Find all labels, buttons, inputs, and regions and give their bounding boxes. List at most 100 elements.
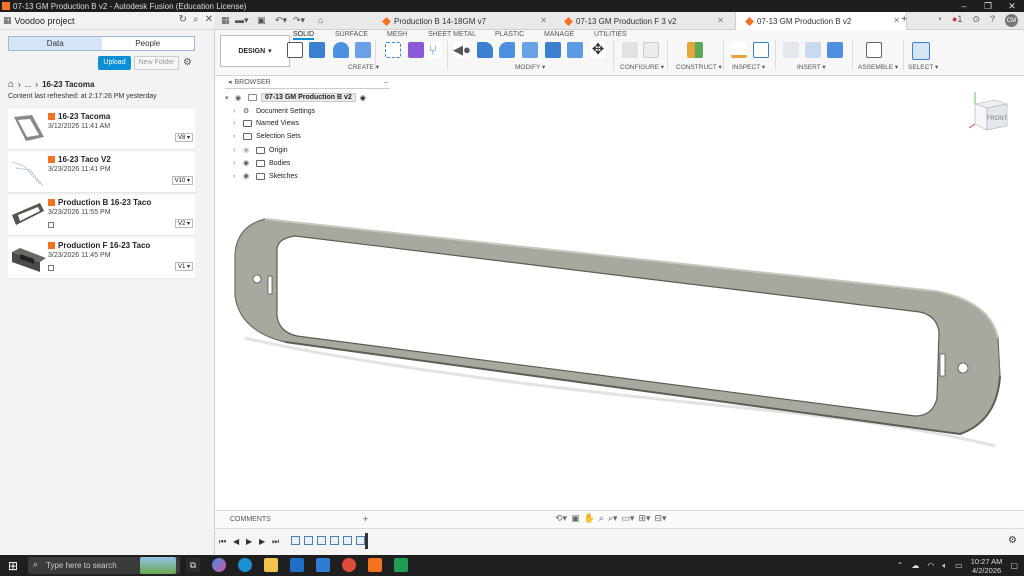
mail-icon[interactable] (290, 558, 304, 572)
list-item[interactable]: 16-23 Taco V2 3/23/2026 11:41 PM V10 ▾ (8, 152, 195, 193)
measure-icon[interactable] (731, 42, 747, 58)
tab-plastic[interactable]: PLASTIC (495, 31, 524, 38)
combine-icon[interactable] (545, 42, 561, 58)
extrude-icon[interactable] (309, 42, 325, 58)
windows-start-icon[interactable]: ⊞ (8, 559, 18, 573)
shell-icon[interactable] (522, 42, 538, 58)
volume-icon[interactable]: 🔈︎ (942, 561, 947, 571)
select-icon[interactable] (912, 42, 930, 60)
upload-button[interactable]: Upload (98, 56, 131, 70)
copilot-icon[interactable] (212, 558, 226, 572)
mesh-select-icon[interactable] (385, 42, 401, 58)
file-menu-icon[interactable]: ▬▾ (235, 15, 249, 26)
close-window-icon[interactable]: ✕ (1000, 0, 1024, 12)
timeline-feature[interactable] (304, 536, 313, 545)
tab-utilities[interactable]: UTILITIES (594, 31, 627, 38)
tab-solid[interactable]: SOLID (293, 31, 315, 40)
y-split-icon[interactable]: ⑂ (425, 42, 441, 58)
configure-icon[interactable] (622, 42, 638, 58)
task-view-icon[interactable]: ⧉ (186, 558, 200, 572)
notifications-icon[interactable]: ●1 (952, 14, 962, 27)
battery-icon[interactable]: ▭ (955, 561, 963, 570)
chevron-up-icon[interactable]: ⌃ (897, 561, 904, 570)
team-hub-icon[interactable]: ▦ (3, 15, 12, 26)
step-forward-icon[interactable]: ▶ (259, 537, 265, 546)
version-badge[interactable]: V2 ▾ (174, 219, 193, 228)
model-body[interactable] (215, 76, 1024, 510)
orbit-icon[interactable]: ⟲▾ (555, 513, 567, 524)
new-tab-icon[interactable]: + (901, 13, 907, 25)
timeline-feature[interactable] (356, 536, 365, 545)
add-comment-icon[interactable]: + (363, 514, 368, 524)
tab-sheet-metal[interactable]: SHEET METAL (428, 31, 476, 38)
tab-people[interactable]: People (102, 37, 195, 50)
play-icon[interactable]: ▶ (246, 537, 252, 546)
offset-face-icon[interactable] (567, 42, 583, 58)
insert-mesh-icon[interactable] (805, 42, 821, 58)
grid-icon[interactable]: ⊞▾ (638, 513, 650, 524)
tab-production-b-14-18[interactable]: Production B 14-18GM v7 ✕ (373, 12, 553, 30)
home-icon[interactable]: ⌂ (8, 79, 14, 90)
close-panel-icon[interactable]: ✕ (205, 14, 213, 25)
breadcrumb-ellipsis[interactable]: ... (25, 80, 32, 89)
box-icon[interactable] (355, 42, 371, 58)
pan-icon[interactable]: ✋ (584, 513, 595, 524)
gear-icon[interactable]: ⚙ (1008, 535, 1017, 546)
modify-group-label[interactable]: MODIFY ▾ (515, 63, 545, 71)
fillet-icon[interactable] (477, 42, 493, 58)
display-settings-icon[interactable]: ▭▾ (621, 513, 634, 524)
timeline-feature[interactable] (317, 536, 326, 545)
notification-center-icon[interactable]: ▢ (1010, 561, 1018, 570)
avatar[interactable]: CM (1005, 14, 1018, 27)
move-icon[interactable]: ✥ (590, 42, 606, 58)
tab-manage[interactable]: MANAGE (544, 31, 574, 38)
close-tab-icon[interactable]: ✕ (540, 16, 547, 25)
cloud-icon[interactable]: ☁ (911, 561, 919, 570)
new-folder-button[interactable]: New Folder (134, 56, 179, 70)
restore-icon[interactable]: ❐ (976, 0, 1000, 12)
go-to-end-icon[interactable]: ⏭ (272, 537, 279, 547)
list-item[interactable]: Production B 16-23 Taco 3/23/2026 11:55 … (8, 195, 195, 236)
version-badge[interactable]: V1 ▾ (174, 262, 193, 271)
construct-group-label[interactable]: CONSTRUCT ▾ (676, 63, 722, 71)
taskbar-clock[interactable]: 10:27 AM 4/2/2026 (971, 557, 1003, 575)
timeline-feature[interactable] (330, 536, 339, 545)
step-back-icon[interactable]: ◀ (233, 537, 239, 546)
zoom-icon[interactable]: ⌕ (599, 513, 604, 524)
file-explorer-icon[interactable] (264, 558, 278, 572)
workspace-switcher[interactable]: DESIGN ▾ (220, 35, 290, 67)
redo-icon[interactable]: ↷▾ (293, 15, 305, 26)
configure-group-label[interactable]: CONFIGURE ▾ (620, 63, 664, 71)
new-component-icon[interactable] (866, 42, 882, 58)
close-tab-icon[interactable]: ✕ (717, 16, 724, 25)
insert-group-label[interactable]: INSERT ▾ (797, 63, 826, 71)
timeline-feature[interactable] (343, 536, 352, 545)
interference-icon[interactable] (753, 42, 769, 58)
viewports-icon[interactable]: ⊟▾ (655, 513, 667, 524)
go-to-start-icon[interactable]: ⏮ (219, 537, 226, 547)
list-item[interactable]: Production F 16-23 Taco 3/23/2026 11:45 … (8, 238, 195, 279)
tab-production-f3[interactable]: 07-13 GM Production F 3 v2 ✕ (555, 12, 730, 30)
grid-menu-icon[interactable]: ▦ (221, 15, 230, 26)
excel-icon[interactable] (394, 558, 408, 572)
tab-surface[interactable]: SURFACE (335, 31, 368, 38)
fusion-taskbar-icon[interactable] (368, 558, 382, 572)
timeline-marker[interactable] (365, 533, 368, 549)
list-item[interactable]: 16-23 Tacoma 3/12/2026 11:41 AM V8 ▾ (8, 109, 195, 150)
tab-data[interactable]: Data (9, 37, 102, 50)
job-status-icon[interactable]: ⊙ (972, 14, 980, 27)
create-sketch-icon[interactable] (287, 42, 303, 58)
edge-icon[interactable] (238, 558, 252, 572)
undo-icon[interactable]: ↶▾ (275, 15, 287, 26)
save-icon[interactable]: ▣ (257, 15, 266, 26)
chamfer-icon[interactable] (499, 42, 515, 58)
tab-mesh[interactable]: MESH (387, 31, 407, 38)
insert-derive-icon[interactable] (783, 42, 799, 58)
store-icon[interactable] (316, 558, 330, 572)
help-icon[interactable]: ? (990, 14, 995, 27)
wifi-icon[interactable]: ◠ (927, 561, 934, 570)
clock-history-icon[interactable]: ◔ (937, 14, 942, 27)
minimize-icon[interactable]: – (952, 0, 976, 12)
refresh-icon[interactable]: ↻ (179, 14, 187, 25)
search-icon[interactable]: ⌕ (193, 14, 199, 25)
